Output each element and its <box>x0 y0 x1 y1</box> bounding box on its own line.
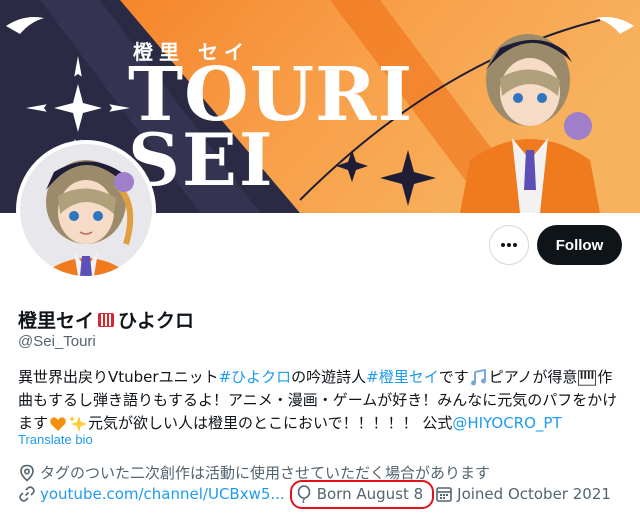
accordion-emoji-icon <box>98 312 115 327</box>
bio-line-1: 異世界出戻りVtuberユニット #ひよクロ の吟遊詩人 #橙里セイ です ピア… <box>18 366 622 389</box>
calendar-icon <box>435 485 453 503</box>
profile-meta-row: youtube.com/channel/UCBxw5... Born Augus… <box>18 480 611 509</box>
music-notes-emoji-icon <box>470 368 488 387</box>
joined-item: Joined October 2021 <box>435 485 611 503</box>
handle: @Sei_Touri <box>18 333 96 350</box>
hashtag-link[interactable]: #橙里セイ <box>366 366 439 389</box>
location-pin-icon <box>18 464 36 482</box>
bio-text: の吟遊詩人 <box>291 368 367 386</box>
display-name: 橙里セイ ひよクロ <box>18 306 194 333</box>
link-icon <box>18 485 36 503</box>
bio-text: 作 <box>597 368 613 386</box>
piano-keys-emoji-icon <box>578 369 597 387</box>
profile-bio: 異世界出戻りVtuberユニット #ひよクロ の吟遊詩人 #橙里セイ です ピア… <box>18 366 622 435</box>
bio-line-3: ます 元気が欲しい人は橙里のとこにおいで！！！！！ 公式 @HIYOCRO_PT <box>18 412 622 435</box>
more-horizontal-icon <box>501 243 517 247</box>
bio-text: 元気が欲しい人は橙里のとこにおいで！！！！！ 公式 <box>88 414 453 432</box>
bio-text: 曲もするし弾き語りもするよ！アニメ・漫画・ゲームが好き！みんなに元気のパフをかけ <box>18 391 618 409</box>
sparkles-emoji-icon <box>69 415 88 433</box>
bio-line-2: 曲もするし弾き語りもするよ！アニメ・漫画・ゲームが好き！みんなに元気のパフをかけ <box>18 389 622 412</box>
website-link[interactable]: youtube.com/channel/UCBxw5... <box>40 485 285 503</box>
bio-text: 異世界出戻りVtuberユニット <box>18 368 219 386</box>
birthday-item: Born August 8 <box>289 480 434 509</box>
display-name-part1: 橙里セイ <box>18 310 95 332</box>
avatar-image <box>20 144 152 276</box>
joined-text: Joined October 2021 <box>457 485 611 503</box>
hashtag-link[interactable]: #ひよクロ <box>219 366 292 389</box>
highlight-circle <box>289 480 434 509</box>
more-options-button[interactable] <box>489 225 529 265</box>
avatar[interactable] <box>16 140 156 280</box>
follow-button[interactable]: Follow <box>537 225 622 265</box>
mention-link[interactable]: @HIYOCRO_PT <box>452 412 561 435</box>
translate-bio-link[interactable]: Translate bio <box>18 432 93 447</box>
bio-text: です <box>438 368 469 386</box>
display-name-part2: ひよクロ <box>118 310 195 332</box>
orange-heart-emoji-icon <box>49 415 67 433</box>
bio-text: ピアノが得意 <box>488 368 578 386</box>
